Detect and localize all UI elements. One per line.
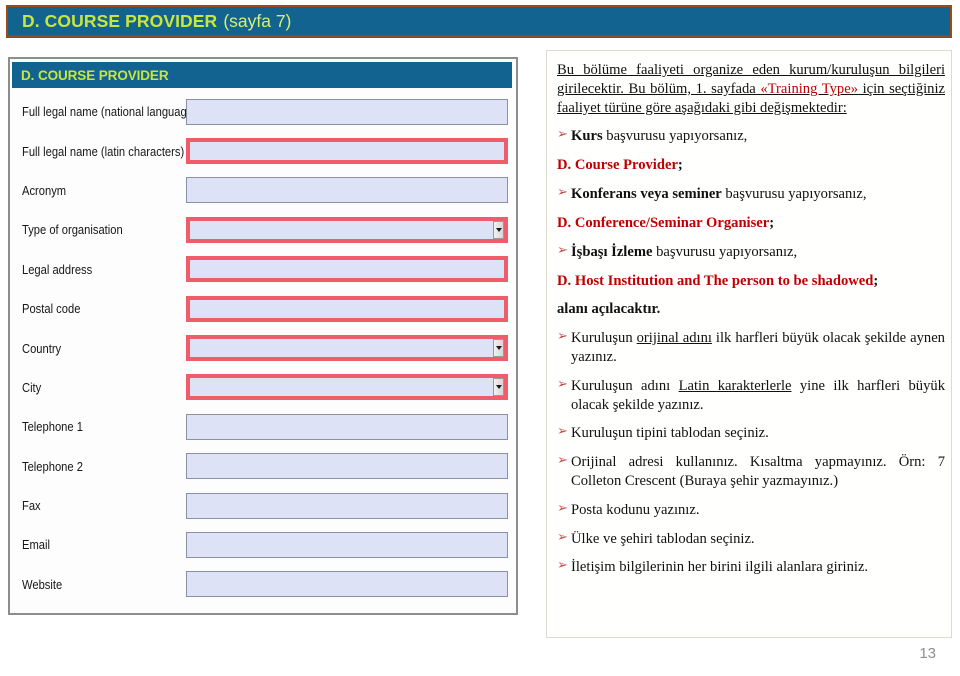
field-input-email[interactable] xyxy=(186,531,508,558)
section-heading-name: D. Host Institution and The person to be… xyxy=(557,272,874,289)
instruction-bullet-text: başvurusu yapıyorsanız, xyxy=(721,186,867,203)
instruction-bullet-text: başvurusu yapıyorsanız, xyxy=(602,128,748,145)
instruction-bullet: Ülke ve şehiri tablodan seçiniz. xyxy=(557,530,945,549)
field-input-telephone-1[interactable] xyxy=(186,413,508,440)
instruction-text-prefix: Kuruluşun adını xyxy=(571,377,679,394)
section-heading-suffix: ; xyxy=(769,214,775,231)
caret-glyph xyxy=(495,227,502,232)
form-row: City xyxy=(10,368,516,407)
field-input-legal-address[interactable] xyxy=(186,256,508,283)
form-field-list: Full legal name (national language) Full … xyxy=(10,92,516,604)
field-label: Postal code xyxy=(22,301,81,317)
slide-title-banner: D. COURSE PROVIDER (sayfa 7) xyxy=(6,5,952,38)
instruction-bullet: Konferans veya seminer başvurusu yapıyor… xyxy=(557,185,945,204)
instruction-statement: alanı açılacaktır. xyxy=(557,301,661,318)
field-input-telephone-2[interactable] xyxy=(186,453,508,480)
instruction-bullet: Kuruluşun tipini tablodan seçiniz. xyxy=(557,424,945,443)
field-input-fax[interactable] xyxy=(186,492,508,519)
section-heading-name: D. Course Provider xyxy=(557,157,678,174)
instruction-bullet: İşbaşı İzleme başvurusu yapıyorsanız, xyxy=(557,243,945,262)
field-label: Full legal name (latin characters) xyxy=(22,143,185,159)
section-heading-suffix: ; xyxy=(873,272,879,289)
form-row: Legal address xyxy=(10,250,516,289)
field-label: Telephone 2 xyxy=(22,458,83,474)
field-input-country[interactable] xyxy=(186,335,508,362)
instruction-item-list: Kurs başvurusu yapıyorsanız, D. Course Pr… xyxy=(557,127,945,577)
chevron-down-icon[interactable] xyxy=(493,378,504,397)
instruction-section-heading: D. Course Provider; xyxy=(557,156,945,175)
form-row: Country xyxy=(10,328,516,367)
instruction-bullet: Posta kodunu yazınız. xyxy=(557,501,945,520)
form-row: Full legal name (latin characters) xyxy=(10,131,516,170)
field-label: Acronym xyxy=(22,182,67,198)
section-heading-name: D. Conference/Seminar Organiser xyxy=(557,214,770,231)
course-provider-form-panel: D. COURSE PROVIDER Full legal name (nati… xyxy=(8,57,518,615)
instruction-bullet: İletişim bilgilerinin her birini ilgili … xyxy=(557,558,945,577)
form-row: Fax xyxy=(10,486,516,525)
intro-training-type-highlight: «Training Type» xyxy=(760,80,858,97)
field-label: Telephone 1 xyxy=(22,419,83,435)
field-input-type-of-organisation[interactable] xyxy=(186,216,508,243)
field-label: Fax xyxy=(22,498,41,514)
instruction-text-underlined: orijinal adını xyxy=(636,330,712,347)
page-number: 13 xyxy=(919,645,936,662)
chevron-down-icon[interactable] xyxy=(493,339,504,358)
field-label: Legal address xyxy=(22,261,93,277)
form-row: Postal code xyxy=(10,289,516,328)
form-row: Email xyxy=(10,525,516,564)
form-row: Full legal name (national language) xyxy=(10,92,516,131)
instruction-bullet-text: başvurusu yapıyorsanız, xyxy=(652,243,798,260)
form-row: Acronym xyxy=(10,171,516,210)
field-label: Email xyxy=(22,537,50,553)
chevron-down-icon[interactable] xyxy=(493,220,504,239)
instruction-bullet: Orijinal adresi kullanınız. Kısaltma yap… xyxy=(557,453,945,491)
instruction-text-underlined: Latin karakterlerle xyxy=(678,377,792,394)
field-label: Country xyxy=(22,340,62,356)
instruction-section-heading: D. Conference/Seminar Organiser; xyxy=(557,214,945,233)
field-input-postal-code[interactable] xyxy=(186,295,508,322)
instructions-intro-paragraph: Bu bölüme faaliyeti organize eden kurum/… xyxy=(557,61,945,117)
instruction-bullet-emphasis: Kurs xyxy=(571,128,603,145)
instruction-section-heading: D. Host Institution and The person to be… xyxy=(557,272,945,291)
field-label: Website xyxy=(22,576,63,592)
form-row: Type of organisation xyxy=(10,210,516,249)
instruction-bullet-emphasis: Konferans veya seminer xyxy=(571,186,722,203)
instructions-panel: Bu bölüme faaliyeti organize eden kurum/… xyxy=(546,50,952,638)
form-panel-header-label: D. COURSE PROVIDER xyxy=(21,67,169,83)
slide-title-main: D. COURSE PROVIDER xyxy=(22,10,218,31)
instruction-text-prefix: Kuruluşun xyxy=(571,330,637,347)
field-label: Type of organisation xyxy=(22,222,123,238)
field-input-full-legal-name-latin-characters[interactable] xyxy=(186,138,508,165)
form-row: Telephone 1 xyxy=(10,407,516,446)
field-input-acronym[interactable] xyxy=(186,177,508,204)
slide-title-page-ref: (sayfa 7) xyxy=(223,10,292,31)
field-input-full-legal-name-national-language[interactable] xyxy=(186,98,508,125)
instruction-bullet: Kurs başvurusu yapıyorsanız, xyxy=(557,127,945,146)
form-row: Website xyxy=(10,565,516,604)
form-row: Telephone 2 xyxy=(10,447,516,486)
field-input-city[interactable] xyxy=(186,374,508,401)
field-label: City xyxy=(22,379,42,395)
form-panel-header: D. COURSE PROVIDER xyxy=(12,62,512,88)
field-label: Full legal name (national language) xyxy=(22,104,197,120)
instruction-bullet: Kuruluşun adını Latin karakterlerle yine… xyxy=(557,377,945,415)
caret-glyph xyxy=(495,385,502,390)
field-input-website[interactable] xyxy=(186,571,508,598)
instruction-bullet-emphasis: İşbaşı İzleme xyxy=(571,243,653,260)
section-heading-suffix: ; xyxy=(677,157,683,174)
caret-glyph xyxy=(495,346,502,351)
instruction-bullet: Kuruluşun orijinal adını ilk harfleri bü… xyxy=(557,329,945,367)
